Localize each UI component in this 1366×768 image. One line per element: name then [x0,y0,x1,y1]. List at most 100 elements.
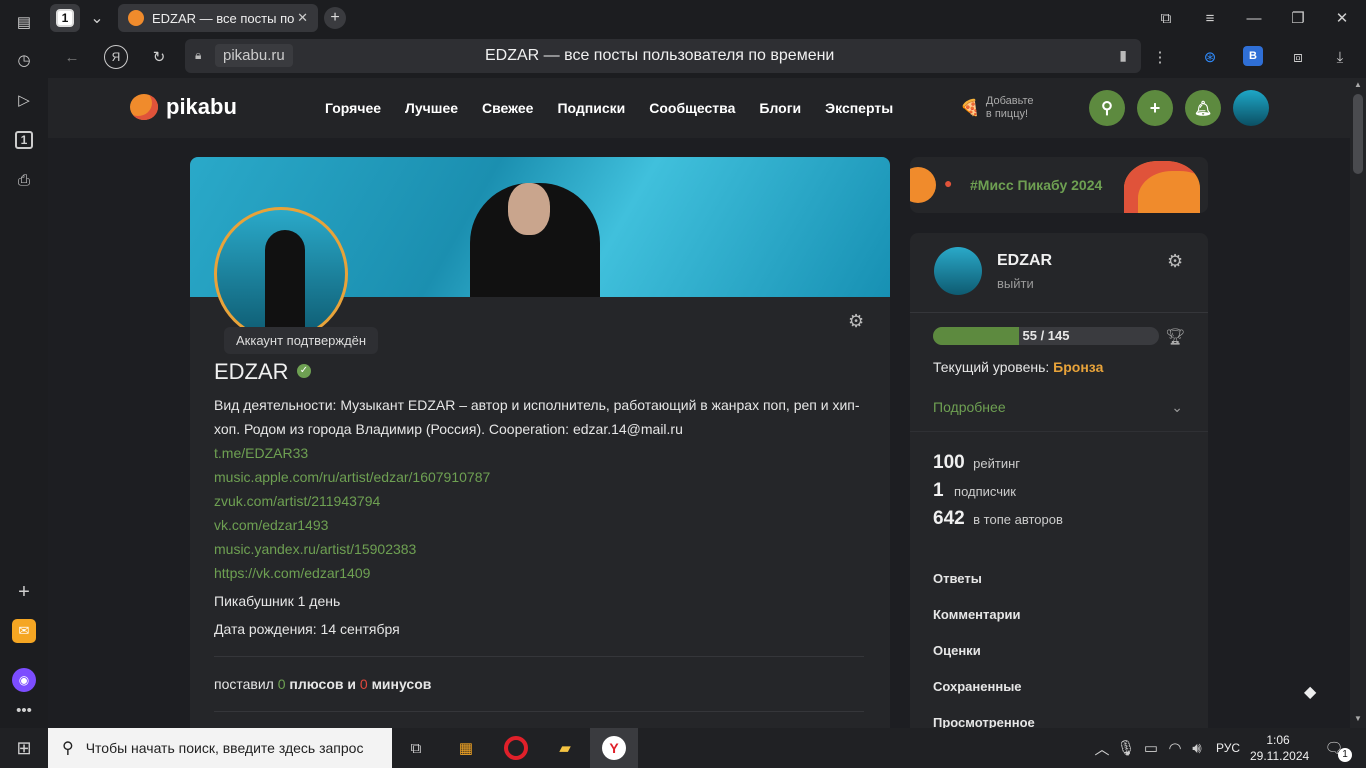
minimize-icon[interactable]: — [1242,8,1266,28]
more-icon[interactable]: ••• [12,700,36,720]
back-icon[interactable]: ← [60,45,84,69]
sidebar-username[interactable]: EDZAR [997,252,1052,270]
microphone-icon[interactable]: 🎙︎ [1116,738,1135,758]
plus-count: 0 [277,676,286,692]
windows-taskbar: ⊞ ⚲ Чтобы начать поиск, введите здесь за… [0,728,1366,768]
scroll-up-icon[interactable]: ▲ [1354,80,1362,89]
progress-text: 55 / 145 [1022,328,1070,343]
divider-1 [214,656,864,657]
clock-date: 29.11.2024 [1250,749,1310,763]
browser-tab-bar: 1 ⌄ EDZAR — все посты по ✕ + ⧉ ≡ — ❐ ✕ [0,0,1366,36]
nav-best[interactable]: Лучшее [405,100,458,116]
store-icon[interactable]: ▦ [454,737,478,759]
active-tab[interactable]: EDZAR — все посты по ✕ [118,4,318,32]
banner-right-blob [1124,161,1200,213]
new-tab-button[interactable]: + [324,7,346,29]
birthday: Дата рождения: 14 сентября [214,621,400,637]
miss-pikabu-banner[interactable]: ● #Мисс Пикабу 2024 [910,157,1208,213]
screenshot-icon[interactable]: ⎙ [12,168,36,192]
nav-experts[interactable]: Эксперты [825,100,893,116]
yandex-browser-icon: Y [602,736,626,760]
link-yandex-music[interactable]: music.yandex.ru/artist/15902383 [214,541,416,557]
download-icon[interactable]: ⤓ [1328,45,1352,69]
minus-count: 0 [359,676,368,692]
header-avatar[interactable] [1233,90,1269,126]
sidebar-avatar[interactable] [934,247,982,295]
profile-settings-icon[interactable]: ⚙ [848,311,864,332]
menu-icon[interactable]: ≡ [1198,8,1222,28]
minus-label: минусов [371,676,432,692]
volume-icon[interactable]: 🔊︎ [1188,738,1206,758]
close-window-icon[interactable]: ✕ [1330,8,1354,28]
taskbar-search[interactable]: ⚲ Чтобы начать поиск, введите здесь запр… [48,728,392,768]
tray-chevron-icon[interactable]: ︿ [1094,738,1110,758]
nav-communities[interactable]: Сообщества [649,100,735,116]
nav-hot[interactable]: Горячее [325,100,381,116]
collections-icon[interactable]: ⧉ [1154,8,1178,28]
tab-list-dropdown[interactable]: ⌄ [84,4,110,32]
clock-time: 1:06 [1266,733,1290,747]
tab-counter-button[interactable]: 1 [50,4,80,32]
extensions-icon[interactable]: ⧈ [1286,45,1310,69]
address-toolbar: ← Я ↻ 🔒︎ pikabu.ru EDZAR — все посты пол… [48,36,1366,78]
page-scrollbar[interactable]: ▲ ▼ [1350,78,1366,728]
restore-icon[interactable]: ❐ [1286,8,1310,28]
menu-viewed[interactable]: Просмотренное [933,715,1035,728]
stat-label: в топе авторов [973,512,1063,527]
extension-security-icon[interactable]: ⊛ [1198,45,1222,69]
bell-icon: 🔔︎ [1194,99,1212,116]
battery-icon[interactable]: ▭ [1142,738,1160,758]
logout-link[interactable]: выйти [997,276,1034,291]
tabs-panel-icon[interactable]: ▤ [12,10,36,34]
menu-ratings[interactable]: Оценки [933,643,981,658]
stat-rating: 100 рейтинг [933,452,1020,474]
browser-side-panel: ▤ ◷ ▷ 1 ⎙ + ✉ ◉ ••• [0,14,48,728]
tab-count-side-icon[interactable]: 1 [12,128,36,152]
paint-bucket-icon[interactable]: ◆ [1304,682,1316,702]
nav-fresh[interactable]: Свежее [482,100,533,116]
task-view-icon[interactable]: ⧉ [404,737,428,759]
menu-comments[interactable]: Комментарии [933,607,1021,622]
link-apple-music[interactable]: music.apple.com/ru/artist/edzar/16079107… [214,469,490,485]
video-icon[interactable]: ▷ [12,88,36,112]
more-vert-icon[interactable]: ⋮ [1150,45,1170,69]
address-field[interactable]: 🔒︎ pikabu.ru EDZAR — все посты пользоват… [185,39,1141,73]
stat-subscribers: 1 подписчик [933,480,1016,502]
clock[interactable]: 1:06 29.11.2024 [1250,732,1310,764]
add-panel-icon[interactable]: + [12,580,36,604]
file-explorer-icon[interactable]: ▰ [553,737,577,759]
yandex-browser-taskbar[interactable]: Y [590,728,638,768]
details-toggle[interactable]: Подробнее ⌄ [933,399,1183,415]
nav-subscriptions[interactable]: Подписки [557,100,625,116]
history-icon[interactable]: ◷ [12,48,36,72]
nav-blogs[interactable]: Блоги [759,100,801,116]
opera-icon[interactable] [504,736,528,760]
scroll-down-icon[interactable]: ▼ [1354,714,1362,723]
verified-tooltip: Аккаунт подтверждён [224,327,379,354]
bookmark-icon[interactable]: ▮ [1119,47,1127,64]
language-indicator[interactable]: РУС [1216,741,1240,755]
profile-avatar[interactable] [214,207,348,341]
notifications-button[interactable]: 🔔︎ [1185,90,1221,126]
link-vk[interactable]: vk.com/edzar1493 [214,517,328,533]
bio-line2: хоп. Родом из города Владимир (Россия). … [214,421,683,437]
link-zvuk[interactable]: zvuk.com/artist/211943794 [214,493,380,509]
menu-answers[interactable]: Ответы [933,571,982,586]
search-button[interactable]: ⚲ [1089,90,1125,126]
sidebar-settings-icon[interactable]: ⚙ [1167,251,1183,272]
pizza-promo[interactable]: 🍕 Добавьте в пиццу! [960,95,1034,121]
add-post-button[interactable]: + [1137,90,1173,126]
vk-extension-icon[interactable]: В [1243,46,1263,66]
reload-icon[interactable]: ↻ [147,45,171,69]
yandex-icon[interactable]: Я [104,45,128,69]
wifi-icon[interactable]: ◠ [1166,738,1184,758]
pikabu-logo[interactable]: pikabu [130,94,237,120]
scroll-thumb[interactable] [1353,94,1363,174]
mail-icon[interactable]: ✉ [12,619,36,643]
close-tab-icon[interactable]: ✕ [297,10,308,26]
link-vk-2[interactable]: https://vk.com/edzar1409 [214,565,370,581]
menu-saved[interactable]: Сохраненные [933,679,1022,694]
alice-icon[interactable]: ◉ [12,668,36,692]
link-telegram[interactable]: t.me/EDZAR33 [214,445,308,461]
windows-start-icon[interactable]: ⊞ [12,737,36,759]
